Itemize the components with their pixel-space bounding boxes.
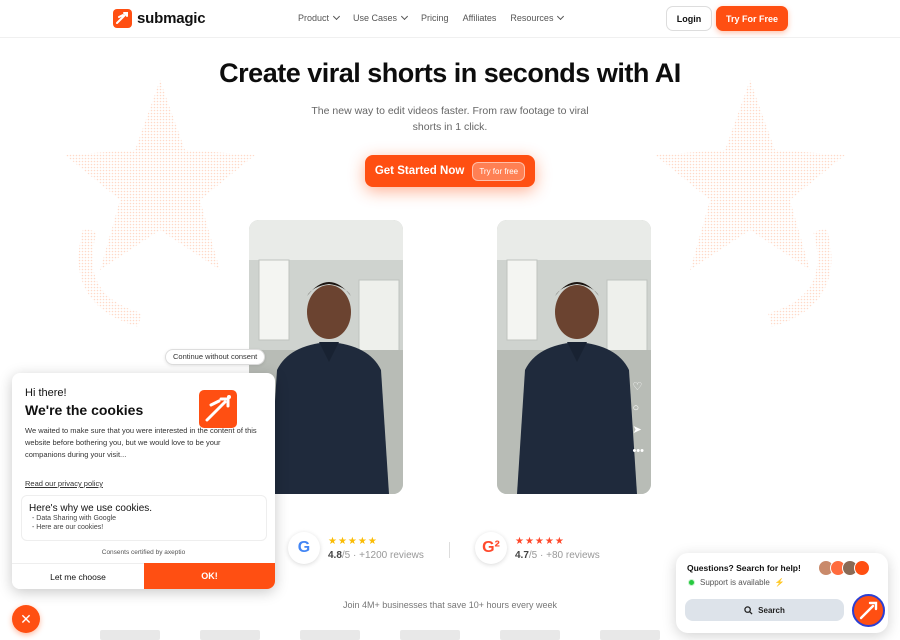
help-widget: Questions? Search for help! Support is a… [676,553,888,633]
get-started-button[interactable]: Get Started Now Try for free [365,155,535,187]
decorative-star-right [655,80,845,327]
help-title: Questions? Search for help! [687,563,801,573]
more-icon[interactable]: ••• [632,445,644,457]
cta-label: Get Started Now [374,165,465,177]
partner-logos-strip [100,630,720,640]
cookie-body-text: We waited to make sure that you were int… [25,426,257,459]
google-score: 4.8 [328,549,342,561]
cookie-reason-item: - Data Sharing with Google [32,515,117,522]
top-navbar: submagic Product Use Cases Pricing Affil… [0,0,900,38]
axeptio-brand: axeptio [164,549,186,556]
video-frame-image [497,220,651,494]
submagic-logo-icon [113,9,132,28]
g2-logo-icon: G² [475,532,507,564]
heart-icon[interactable]: ♡ [632,380,644,393]
g2-review-count: +80 reviews [546,549,600,561]
nav-item-pricing[interactable]: Pricing [421,13,449,23]
magic-wand-icon [859,601,878,620]
nav-item-use-cases[interactable]: Use Cases [353,12,409,23]
let-me-choose-button[interactable]: Let me choose [12,563,144,589]
video-actions: ♡ ○ ➤ ••• [632,380,644,457]
cookie-reason-item: - Here are our cookies! [32,524,104,531]
g2-review: G² ★★★★★ 4.7/5 · +80 reviews [475,532,600,564]
lightning-icon: ⚡ [774,578,785,587]
brand-name: submagic [137,10,206,27]
google-stars: ★★★★★ [328,535,378,547]
chevron-down-icon [332,12,341,21]
cookie-greeting: Hi there! [25,387,67,399]
privacy-policy-link[interactable]: Read our privacy policy [25,479,103,488]
brand-logo[interactable]: submagic [113,9,206,28]
cookie-reasons-title: Here's why we use cookies. [29,503,153,514]
login-button[interactable]: Login [666,6,712,31]
nav-item-affiliates[interactable]: Affiliates [463,13,497,23]
consent-certified-text: Consents certified by axeptio [101,549,186,556]
decorative-star-left [65,80,255,327]
google-scale: /5 [341,549,351,561]
chevron-down-icon [557,12,565,21]
hero-subtitle: The new way to edit videos faster. From … [311,105,589,133]
partner-logo [600,630,660,640]
partner-logo [500,630,560,640]
cookie-consent-modal: Hi there! We're the cookies We waited to… [12,373,275,589]
g2-scale: /5 [528,549,538,561]
continue-without-consent-button[interactable]: Continue without consent [165,349,266,365]
nav-item-product[interactable]: Product [298,12,341,23]
search-icon [744,605,753,615]
magic-wand-icon [199,390,237,428]
cookie-title: We're the cookies [25,402,144,418]
close-icon[interactable]: ✕ [12,605,40,633]
help-launcher-button[interactable] [852,594,885,627]
cookie-ok-button[interactable]: OK! [144,563,275,589]
video-after[interactable]: ♡ ○ ➤ ••• [497,220,651,494]
cta-pill: Try for free [472,161,526,181]
support-status: Support is available ⚡ [688,578,785,587]
chevron-down-icon [401,12,409,21]
partner-logo [400,630,460,640]
online-status-icon [688,579,695,586]
partner-logo [300,630,360,640]
review-divider [449,542,450,558]
google-review: G ★★★★★ 4.8/5 · +1200 reviews [288,532,424,564]
hero-title: Create viral shorts in seconds with AI [219,58,681,88]
g2-score: 4.7 [515,549,529,561]
partner-logo [200,630,260,640]
try-for-free-button[interactable]: Try For Free [716,6,788,31]
google-logo-icon: G [288,532,320,564]
main-menu: Product Use Cases Pricing Affiliates Res… [298,12,565,23]
partner-logo [100,630,160,640]
nav-item-resources[interactable]: Resources [510,12,565,23]
cookie-reasons-box: Here's why we use cookies. - Data Sharin… [21,495,267,541]
help-search-button[interactable]: Search [685,599,844,621]
share-icon[interactable]: ➤ [632,423,644,436]
g2-stars: ★★★★★ [515,535,565,547]
comment-icon[interactable]: ○ [632,402,644,414]
avatar [854,560,870,576]
support-avatars [818,560,870,576]
google-review-count: +1200 reviews [359,549,424,561]
support-status-text: Support is available [700,578,770,587]
